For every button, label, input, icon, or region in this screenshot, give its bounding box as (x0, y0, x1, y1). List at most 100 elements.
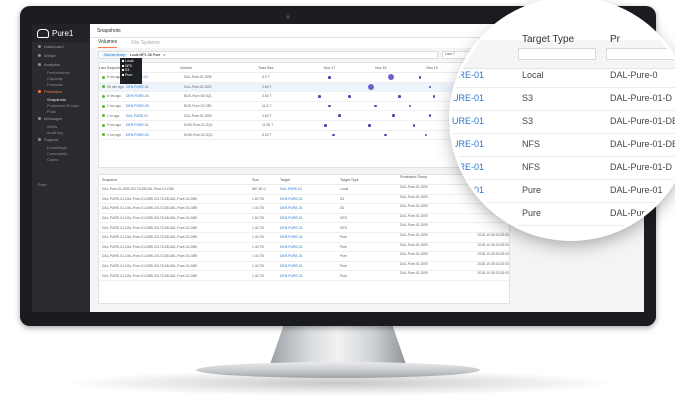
table-row[interactable]: 8 hrs ago DEH-PURE-04 BOS-Pure-08 SQL 3.60 … (99, 92, 509, 102)
table-row[interactable]: DAL-PURE-01-DAL-Pure-01-DB9-20171108.DAL… (99, 204, 509, 214)
table-row[interactable]: 30 min ago DEH-PURE-01 DAL-Pure-01-DB2 2.60… (99, 82, 509, 93)
close-icon[interactable]: × (163, 53, 165, 57)
snapshot-marker[interactable] (374, 104, 377, 108)
column-header-protection[interactable]: Pr (610, 34, 620, 45)
column-header[interactable]: Volume (180, 66, 258, 70)
magnified-row[interactable]: PURE-01 NFS DAL-Pure-01-D (452, 156, 675, 180)
snapshot-marker[interactable] (324, 123, 327, 127)
target-link[interactable]: DEH-PURE-01 (280, 245, 340, 249)
snapshot-marker[interactable] (328, 104, 331, 108)
snapshot-marker[interactable] (318, 95, 321, 98)
checkbox[interactable] (122, 64, 124, 67)
column-header[interactable]: Snapshot (99, 178, 252, 182)
snapshot-marker[interactable] (328, 76, 331, 79)
tab-file-systems[interactable]: File Systems (131, 40, 160, 48)
snapshot-marker[interactable] (398, 95, 402, 98)
magnified-row[interactable]: 01 Pure DAL-Pure (452, 202, 675, 226)
target-link[interactable]: DEH-PURE-01 (280, 197, 340, 201)
filter-chip[interactable]: Source Array (102, 53, 127, 57)
sidebar-item[interactable]: Protection (32, 87, 90, 96)
source-array-link[interactable]: DEH-PURE-01 (126, 123, 184, 127)
table-row[interactable]: DAL-Pure-01-DB9-20171108.DAL-Pure-01-DB9… (99, 185, 509, 195)
snapshot-marker[interactable] (388, 74, 395, 81)
target-link[interactable]: 01 (452, 208, 456, 218)
table-row[interactable]: 4 hrs ago DEH-PURE-04 SGM-Pure-02-SQL 8.40 … (99, 131, 509, 141)
snapshot-marker[interactable] (448, 123, 452, 127)
snapshot-marker[interactable] (332, 133, 335, 137)
snapshot-marker[interactable] (418, 76, 422, 79)
sidebar-item[interactable]: Analytics (32, 60, 90, 69)
filter-input[interactable]: Source Array Louis MPL 08 Pure × (98, 51, 438, 59)
snapshot-marker[interactable] (428, 85, 432, 89)
table-row[interactable]: 3 hrs ago DEH-PURE-01 SGM-Pure-01-SQL 11.55… (99, 121, 509, 131)
tab-volumes[interactable]: Volumes (98, 39, 118, 48)
magnified-row[interactable]: PURE-01 S3 DAL-Pure-01-DB (452, 110, 675, 134)
target-link[interactable]: DEH-PURE-01 (280, 206, 340, 210)
magnified-row[interactable]: PURE-01 Local DAL-Pure-0 (452, 64, 675, 88)
sidebar-item[interactable]: Support (32, 135, 90, 144)
table-row[interactable]: 2 hrs ago DEH-PURE-09 BOS-Pure-02 ORL 11.8 … (99, 102, 509, 112)
snapshot-marker[interactable] (338, 114, 341, 117)
total-size: 2.60 T (262, 113, 272, 118)
target-link[interactable]: DEH-PURE-01 (280, 254, 340, 258)
column-header[interactable]: Total Size (258, 66, 304, 70)
target-link[interactable]: DAL-PURE-01 (280, 187, 340, 191)
table-row[interactable]: DAL-PURE-01-DAL-Pure-01-DB9-20171108.DAL… (99, 214, 509, 224)
snapshot-marker[interactable] (384, 133, 387, 137)
source-array-link[interactable]: DEH-PURE-04 (126, 133, 184, 137)
target-link[interactable]: PURE-01 (452, 185, 484, 195)
snapshot-marker[interactable] (424, 133, 428, 137)
brand-logo[interactable]: Pure1 (32, 24, 90, 42)
target-link[interactable]: PURE-01 (452, 116, 484, 126)
source-array-link[interactable]: DEH-PURE-04 (126, 94, 184, 98)
filter-option[interactable]: Pure (122, 73, 140, 78)
snapshot-marker[interactable] (412, 123, 416, 127)
snapshot-marker[interactable] (408, 104, 412, 108)
target-link[interactable]: PURE-01 (452, 162, 484, 172)
table-row[interactable]: 1 hr ago DAL-PURE-01 DAL-Pure-01-DB9 2.60 T (99, 111, 509, 121)
snapshot-marker[interactable] (368, 83, 375, 90)
column-header[interactable]: Target (280, 178, 340, 182)
column-header[interactable]: Size (252, 178, 280, 182)
checkbox[interactable] (122, 60, 124, 63)
snapshot-marker[interactable] (392, 114, 395, 117)
target-link[interactable]: PURE-01 (452, 70, 484, 80)
target-link[interactable]: DEH-PURE-01 (280, 274, 340, 278)
table-row[interactable]: DAL-PURE-01-DAL-Pure-01-DB9-20171108.DAL… (99, 233, 509, 243)
table-row[interactable]: DAL-PURE-01-DAL-Pure-01-DB9-20171108.DAL… (99, 195, 509, 205)
target-link[interactable]: DEH-PURE-01 (280, 235, 340, 239)
snapshot-marker[interactable] (428, 114, 432, 117)
snapshot-marker[interactable] (348, 95, 351, 98)
target-link[interactable]: DEH-PURE-01 (280, 226, 340, 230)
target-link[interactable]: PURE-01 (452, 93, 484, 103)
checkbox[interactable] (122, 73, 124, 76)
magnified-row[interactable]: PURE-01 Pure DAL-Pure-01 (452, 179, 675, 203)
sidebar-subitem[interactable]: Cases (32, 156, 90, 162)
table-row[interactable]: DAL-PURE-01-DAL-Pure-01-DB9-20171108.DAL… (99, 243, 509, 253)
magnified-row[interactable]: Pure DAL- (452, 225, 675, 238)
target-type-filter-input[interactable] (518, 48, 596, 60)
sidebar-item[interactable]: Dashboard (32, 42, 90, 51)
source-array-link[interactable]: DEH-PURE-01 (126, 85, 184, 89)
column-header[interactable]: Target Type (340, 178, 400, 182)
column-header[interactable]: Last Snapshot (99, 66, 122, 70)
table-row[interactable]: 5 hrs agoDAL-PURE-01DAL-Pure-01-DB86.9 T (99, 73, 509, 83)
column-header-target-type[interactable]: Target Type (522, 34, 574, 45)
source-array-link[interactable]: DEH-PURE-09 (126, 104, 184, 108)
snapshot-marker[interactable] (432, 95, 436, 98)
source-array-link[interactable]: DAL-PURE-01 (126, 114, 184, 118)
magnified-row[interactable]: PURE-01 NFS DAL-Pure-01-DB (452, 133, 675, 157)
sidebar-item[interactable]: Arrays (32, 51, 90, 60)
target-link[interactable]: DEH-PURE-01 (280, 216, 340, 220)
table-row[interactable]: DAL-PURE-01-DAL-Pure-01-DB9-20171108.DAL… (99, 262, 509, 272)
checkbox[interactable] (122, 69, 124, 72)
protection-filter-input[interactable] (606, 48, 675, 60)
snapshot-marker[interactable] (368, 123, 371, 127)
target-link[interactable]: PURE-01 (452, 139, 484, 149)
magnified-row[interactable]: PURE-01 S3 DAL-Pure-01-D (452, 87, 675, 111)
sidebar-item[interactable]: Messages (32, 114, 90, 123)
table-row[interactable]: DAL-PURE-01-DAL-Pure-01-DB9-20171108.DAL… (99, 223, 509, 233)
table-row[interactable]: DAL-PURE-01-DAL-Pure-01-DB9-20171108.DAL… (99, 271, 509, 281)
target-link[interactable]: DEH-PURE-01 (280, 264, 340, 268)
table-row[interactable]: DAL-PURE-01-DAL-Pure-01-DB9-20171108.DAL… (99, 252, 509, 262)
